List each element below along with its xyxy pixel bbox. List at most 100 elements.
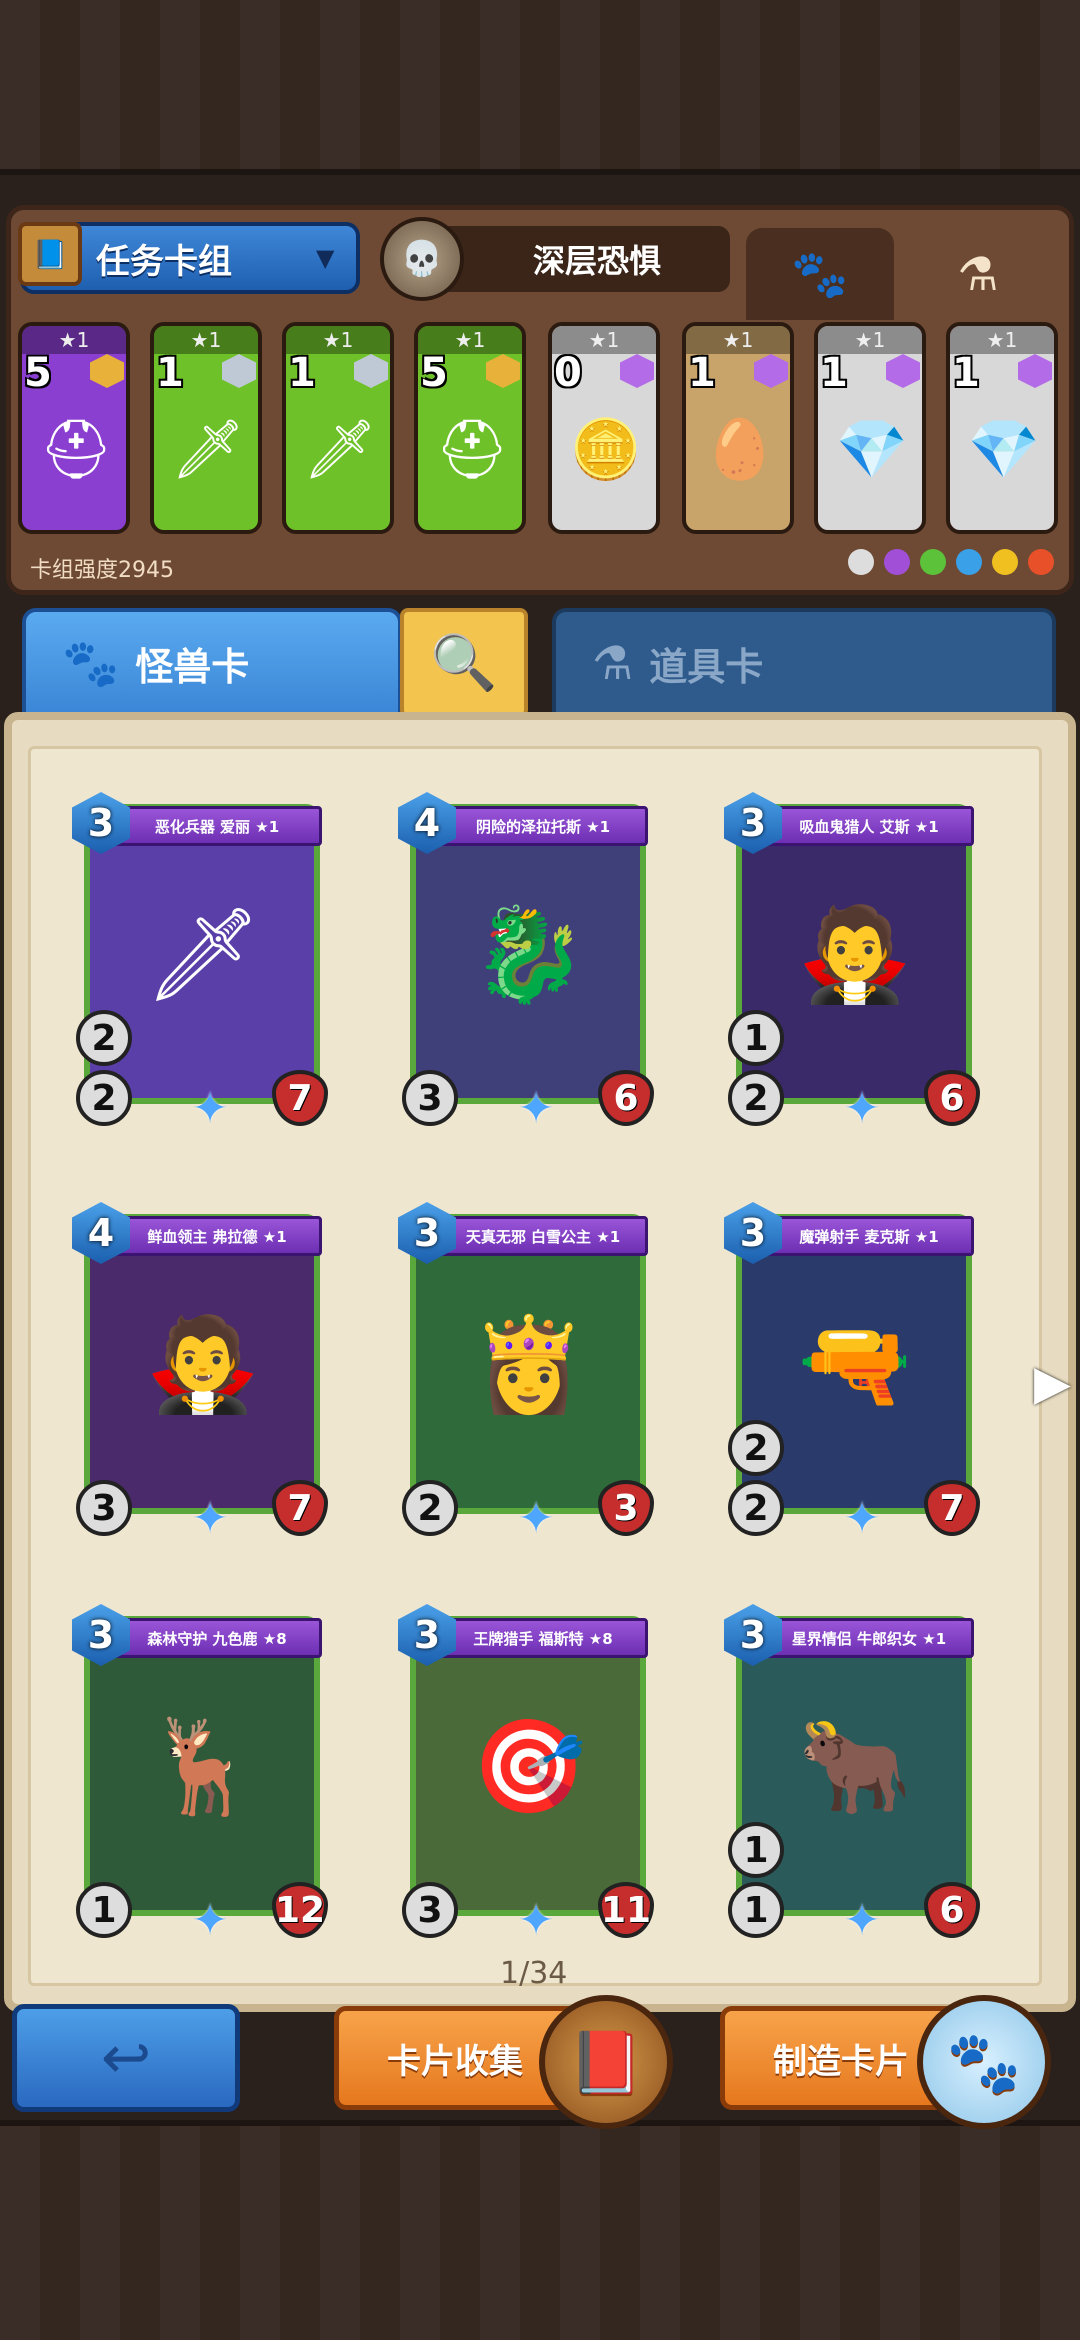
book-icon: 📘 [18, 222, 82, 286]
card-portrait: 🔫 [797, 1311, 913, 1418]
deck-strength: 卡组强度2945 [30, 558, 174, 583]
deck-slot[interactable]: ★1 5 ⛑ [18, 322, 130, 534]
slot-count: 1 [952, 350, 980, 396]
card-speed: 1 [728, 1010, 784, 1066]
card-attack: 3 [402, 1882, 458, 1938]
paw-icon: 🐾 [62, 635, 120, 690]
gem-icon [1018, 354, 1052, 388]
deck-slot[interactable]: ★1 1 🗡 [282, 322, 394, 534]
deck-slot[interactable]: ★1 1 💎 [946, 322, 1058, 534]
magnifier-icon: 🔍 [430, 631, 498, 694]
gem-icon [620, 354, 654, 388]
slot-art-icon: 💎 [835, 414, 909, 483]
star-badge-icon: ✦ [843, 1895, 881, 1946]
slot-count: 5 [24, 350, 52, 396]
slot-count: 1 [820, 350, 848, 396]
card-attack: 2 [728, 1480, 784, 1536]
opponent-box[interactable]: 💀 深层恐惧 [380, 217, 730, 301]
tab-item-deck[interactable]: ⚗ [904, 228, 1052, 320]
card-portrait: 🐉 [471, 901, 587, 1008]
top-wood-border [0, 0, 1080, 175]
craft-card-button[interactable]: 制造卡片 🐾 [720, 1995, 1051, 2129]
back-button[interactable]: ↩ [12, 2004, 240, 2112]
card-portrait: 👸 [471, 1311, 587, 1418]
paw-jar-icon: 🐾 [917, 1995, 1051, 2129]
deck-selector[interactable]: 📘 任务卡组 ▼ [18, 222, 360, 294]
card-name: 魔弹射手 麦克斯 ★1 [764, 1216, 974, 1256]
potion-icon: ⚗ [957, 247, 999, 301]
star-badge-icon: ✦ [517, 1493, 555, 1544]
card-speed: 2 [76, 1010, 132, 1066]
card-name: 阴险的泽拉托斯 ★1 [438, 806, 648, 846]
element-icon [920, 549, 946, 575]
element-icons [848, 549, 1054, 575]
card-name: 恶化兵器 爱丽 ★1 [112, 806, 322, 846]
search-button[interactable]: 🔍 [400, 608, 528, 718]
slot-art-icon: 🪙 [569, 414, 643, 483]
monster-card[interactable]: 🧛 鲜血领主 弗拉德 ★1 4 3 7 ✦ [72, 1202, 334, 1542]
monster-card[interactable]: 👸 天真无邪 白雪公主 ★1 3 2 3 ✦ [398, 1202, 660, 1542]
monster-card[interactable]: 🎯 王牌猎手 福斯特 ★8 3 3 11 ✦ [398, 1604, 660, 1944]
deck-slot[interactable]: ★1 5 ⛑ [414, 322, 526, 534]
next-page-arrow-icon[interactable]: ▶ [1034, 1355, 1071, 1415]
element-icon [848, 549, 874, 575]
deck-title: 任务卡组 [96, 241, 232, 282]
star-badge-icon: ✦ [191, 1083, 229, 1134]
star-badge-icon: ✦ [843, 1083, 881, 1134]
slot-art-icon: 🗡 [171, 414, 245, 483]
card-book-icon: 📕 [539, 1995, 673, 2129]
bottom-wood-border [0, 2120, 1080, 2340]
deck-slot[interactable]: ★1 1 🥚 [682, 322, 794, 534]
tab-item-label: 道具卡 [649, 644, 764, 689]
tab-item-cards[interactable]: ⚗ 道具卡 [552, 608, 1056, 718]
card-health: 6 [598, 1070, 654, 1126]
monster-card[interactable]: 🐂 星界情侣 牛郎织女 ★1 3 1 1 6 ✦ [724, 1604, 986, 1944]
monster-card[interactable]: 🗡 恶化兵器 爱丽 ★1 3 2 2 7 ✦ [72, 792, 334, 1132]
star-badge-icon: ✦ [517, 1083, 555, 1134]
star-badge-icon: ✦ [191, 1493, 229, 1544]
gem-icon [90, 354, 124, 388]
star-badge-icon: ✦ [517, 1895, 555, 1946]
card-collection-button[interactable]: 卡片收集 📕 [334, 1995, 673, 2129]
card-health: 7 [272, 1480, 328, 1536]
monster-card[interactable]: 🧛 吸血鬼猎人 艾斯 ★1 3 1 2 6 ✦ [724, 792, 986, 1132]
gem-icon [754, 354, 788, 388]
slot-art-icon: 🥚 [703, 414, 777, 483]
monster-card[interactable]: 🦌 森林守护 九色鹿 ★8 3 1 12 ✦ [72, 1604, 334, 1944]
deck-slot[interactable]: ★1 0 🪙 [548, 322, 660, 534]
gem-icon [354, 354, 388, 388]
gem-icon [886, 354, 920, 388]
slot-count: 1 [156, 350, 184, 396]
slot-count: 1 [288, 350, 316, 396]
card-attack: 1 [76, 1882, 132, 1938]
monster-card[interactable]: 🔫 魔弹射手 麦克斯 ★1 3 2 2 7 ✦ [724, 1202, 986, 1542]
deck-slot[interactable]: ★1 1 💎 [814, 322, 926, 534]
card-health: 3 [598, 1480, 654, 1536]
slot-count: 5 [420, 350, 448, 396]
card-portrait: 🧛 [145, 1311, 261, 1418]
card-health: 12 [272, 1882, 328, 1938]
page-indicator: 1/34 [500, 1956, 568, 1991]
deck-slot[interactable]: ★1 1 🗡 [150, 322, 262, 534]
star-badge-icon: ✦ [191, 1895, 229, 1946]
monster-card[interactable]: 🐉 阴险的泽拉托斯 ★1 4 3 6 ✦ [398, 792, 660, 1132]
opponent-avatar: 💀 [380, 217, 464, 301]
card-name: 吸血鬼猎人 艾斯 ★1 [764, 806, 974, 846]
gem-icon [486, 354, 520, 388]
element-icon [956, 549, 982, 575]
back-arrow-icon: ↩ [100, 2023, 152, 2093]
slot-art-icon: 🗡 [303, 414, 377, 483]
element-icon [884, 549, 910, 575]
slot-art-icon: ⛑ [39, 414, 113, 483]
card-portrait: 🧛 [797, 901, 913, 1008]
card-health: 6 [924, 1070, 980, 1126]
craft-card-label: 制造卡片 [773, 2041, 909, 2082]
card-health: 7 [272, 1070, 328, 1126]
opponent-name: 深层恐惧 [532, 242, 661, 280]
card-portrait: 🦌 [145, 1713, 261, 1820]
card-name: 森林守护 九色鹿 ★8 [112, 1618, 322, 1658]
tab-monster-deck[interactable]: 🐾 [746, 228, 894, 320]
card-portrait: 🐂 [797, 1713, 913, 1820]
card-name: 王牌猎手 福斯特 ★8 [438, 1618, 648, 1658]
tab-monster-cards[interactable]: 🐾 怪兽卡 [22, 608, 402, 718]
